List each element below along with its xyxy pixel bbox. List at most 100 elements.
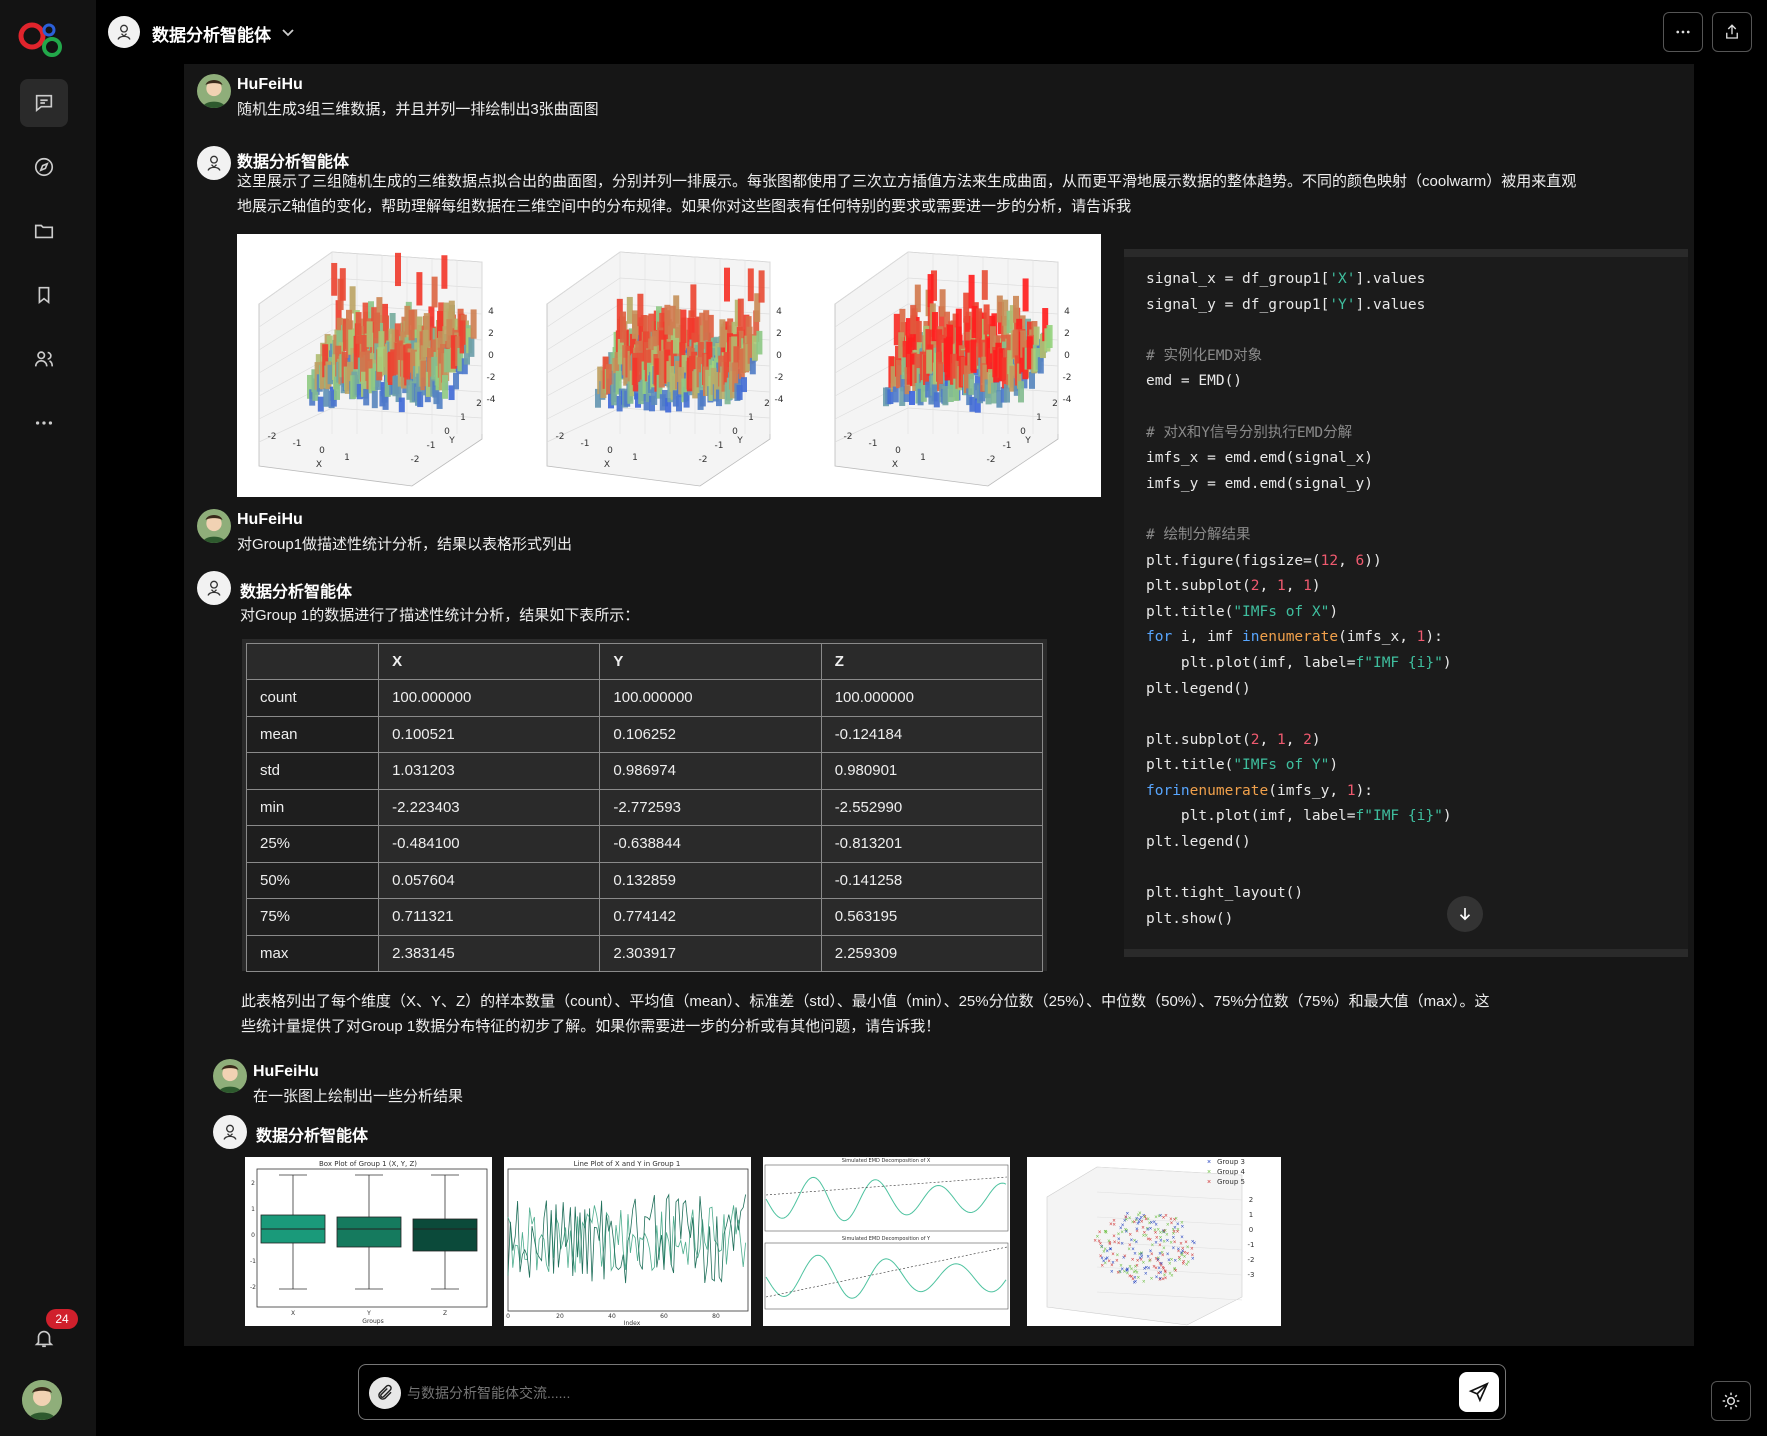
user-avatar[interactable] [22,1380,62,1420]
theme-toggle-button[interactable] [1711,1381,1751,1421]
code-token: ) [1311,731,1321,748]
more-options-button[interactable] [1663,12,1703,52]
table-cell: 0.986974 [599,752,822,790]
table-header-cell: Z [820,643,1044,680]
surface-patch [416,272,423,306]
code-token: plt.title( [1146,757,1234,774]
message-text: 对Group 1的数据进行了描述性统计分析，结果如下表所示： [240,607,640,624]
trend-line [765,1176,1008,1196]
scatter-point: × [1176,1222,1180,1228]
code-line: # 对X和Y信号分别执行EMD分解 [1146,421,1688,447]
surface-patch [991,382,997,404]
surface-patch [909,390,915,405]
scatter-point: × [1166,1252,1170,1258]
scatter-point: × [1146,1227,1150,1233]
z-tick-label: -2 [1248,1256,1255,1264]
table-cell: 0.057604 [378,861,601,899]
scatter-point: × [1180,1253,1184,1259]
y-tick-label: -1 [250,1258,256,1265]
z-tick-label: -2 [1063,373,1072,383]
surface-patch [468,337,475,357]
attach-button[interactable] [369,1377,401,1409]
scatter-point: × [1182,1261,1186,1267]
agent-title[interactable]: 数据分析智能体 [152,21,271,46]
table-cell: 25% [245,825,380,863]
chart-title: Simulated EMD Decomposition of Y [842,1236,931,1242]
surface-plots-image[interactable]: -2 -1 0 1 -2 -1 0 1 2 X Y 4 2 0 -2 -4 -2 -1 0 1 -2 -1 0 1 2 X Y 4 2 0… [237,234,1101,497]
surface-patch [737,298,744,331]
message-author: HuFeiHu [237,76,303,93]
code-line: plt.figure(figsize=(12, 6)) [1146,549,1688,575]
line-plot-image[interactable]: Line Plot of X and Y in Group 1 0 20 40 60 80… [504,1157,751,1326]
code-token: emd = EMD() [1146,373,1243,390]
robot-icon [207,155,221,171]
surface-patch [317,396,324,412]
table-cell: -2.552990 [820,788,1044,826]
code-line: for i, imf inenumerate(imfs_x, 1): [1146,625,1688,651]
code-line: signal_y = df_group1['Y'].values [1146,293,1688,319]
legend-marker: × [1207,1159,1211,1166]
chevron-down-icon[interactable] [280,24,296,40]
table-cell: -0.813201 [820,825,1044,863]
y-tick-label: 0 [251,1232,255,1239]
table-cell: std [245,752,380,790]
table-cell: 100.000000 [820,679,1044,717]
x-axis-label: X [892,460,898,470]
box-plot-image[interactable]: Box Plot of Group 1 (X, Y, Z) 2 1 0 -1 -2 X Y Z G… [245,1157,492,1326]
z-tick-label: 0 [776,351,782,361]
x-tick-label: -1 [869,439,878,449]
share-button[interactable] [1712,12,1752,52]
z-tick-label: 0 [488,351,494,361]
more-nav-button[interactable] [20,399,68,447]
z-tick-label: 4 [776,307,782,317]
surface-patch [981,270,988,300]
table-cell: -0.141258 [820,861,1044,899]
surface-patch [637,293,644,327]
table-header-cell [245,643,380,680]
more-dots-icon [35,421,53,425]
scroll-down-button[interactable] [1447,896,1483,932]
x-axis-label: Groups [362,1318,383,1325]
code-token: 2 [1303,731,1312,748]
x-axis-label: X [316,460,322,470]
sun-icon [1722,1392,1740,1410]
scatter-point: × [1144,1217,1148,1223]
surface-patch [676,395,682,412]
app-logo[interactable] [16,18,68,64]
compass-icon [34,157,54,177]
table-cell: -0.638844 [599,825,822,863]
chat-nav-button[interactable] [20,79,68,127]
bookmarks-nav-button[interactable] [20,271,68,319]
scatter-point: × [1128,1264,1132,1270]
z-tick-label: -4 [487,395,496,405]
code-line: forinenumerate(imfs_y, 1): [1146,779,1688,805]
legend-label: Group 3 [1217,1158,1245,1166]
chart-title: Line Plot of X and Y in Group 1 [574,1160,681,1168]
code-token: f"IMF {i}" [1355,654,1443,671]
scatter-point: × [1140,1254,1144,1260]
scatter-point: × [1162,1239,1166,1245]
code-token: plt.legend() [1146,680,1251,697]
users-nav-button[interactable] [20,335,68,383]
scatter-point: × [1130,1238,1134,1244]
send-button[interactable] [1459,1372,1499,1412]
files-nav-button[interactable] [20,207,68,255]
table-row: count 100.000000 100.000000 100.000000 [245,679,1044,717]
code-token: (imfs_y, [1268,782,1347,799]
code-token: for [1146,782,1173,799]
x-tick-label: 0 [319,446,325,456]
emd-plot-image[interactable]: Simulated EMD Decomposition of X Simulate… [763,1157,1010,1326]
z-tick-label: -3 [1248,1271,1255,1279]
message-input[interactable] [407,1379,1407,1407]
explore-nav-button[interactable] [20,143,68,191]
scatter3d-image[interactable]: × × × × × × × × × × × × × × × × × × × × × × × × × × × × × × × × × × × × × × × ×… [1027,1157,1281,1326]
code-line: imfs_y = emd.emd(signal_y) [1146,472,1688,498]
person-icon [22,1380,62,1420]
table-header-cell: X [378,643,601,680]
y-tick-label: -1 [427,441,436,451]
y-axis-label: Y [736,436,743,446]
code-token: 2 [1250,578,1260,595]
x-tick-label: Z [443,1310,447,1317]
surface-patch [703,310,710,341]
